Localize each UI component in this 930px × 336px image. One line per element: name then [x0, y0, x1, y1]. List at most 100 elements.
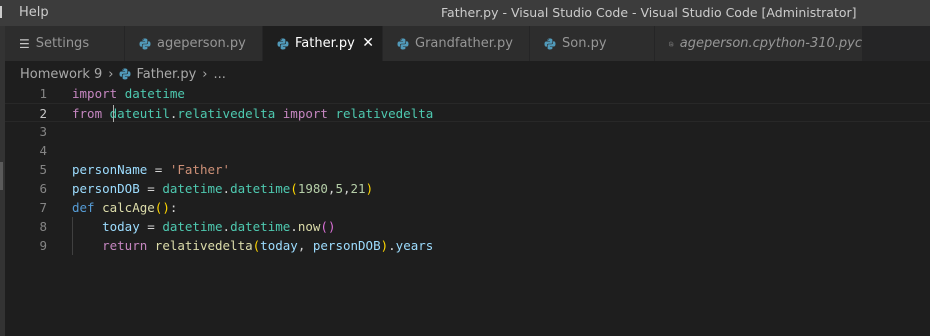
tab-label: Son.py [562, 36, 607, 51]
tab-ageperson-pyc[interactable]: ageperson.cpython-310.pyc [655, 26, 863, 61]
code-token: dateutil [109, 106, 170, 121]
code-token: 5 [335, 181, 343, 196]
breadcrumb-folder[interactable]: Homework 9 [20, 67, 102, 82]
code-line: 6 personDOB = datetime.datetime(1980,5,2… [5, 179, 930, 198]
code-token: now [297, 219, 321, 234]
line-number: 1 [39, 86, 47, 101]
python-icon [119, 68, 131, 80]
tab-settings[interactable]: ☰ Settings [5, 26, 125, 61]
settings-icon: ☰ [19, 36, 30, 51]
code-token: from [72, 106, 103, 121]
code-token: datetime [124, 86, 185, 101]
tab-ageperson[interactable]: ageperson.py [125, 26, 263, 61]
code-line: 5 personName = 'Father' [5, 160, 930, 179]
code-token: 1980 [297, 181, 328, 196]
code-token: import [282, 106, 328, 121]
line-number: 5 [39, 162, 47, 177]
activity-bar-indicator [0, 162, 3, 190]
line-number: 6 [39, 181, 47, 196]
tab-grandfather[interactable]: Grandfather.py [383, 26, 530, 61]
tab-label: ageperson.cpython-310.pyc [679, 36, 862, 51]
code-token: personName [72, 162, 148, 177]
code-token: ( [290, 181, 298, 196]
code-line: 1 import datetime [5, 84, 930, 103]
code-token: personDOB [312, 238, 381, 253]
breadcrumb-file[interactable]: Father.py [136, 67, 196, 82]
close-icon[interactable]: ✕ [362, 35, 374, 51]
menu-help[interactable]: Help [19, 5, 49, 20]
code-token: 'Father' [169, 162, 231, 177]
code-token: = [147, 162, 170, 177]
tab-label: Father.py [295, 36, 355, 51]
tab-son[interactable]: Son.py [530, 26, 655, 61]
title-bar: Help Father.py - Visual Studio Code - Vi… [0, 0, 930, 26]
code-editor[interactable]: 1 import datetime 2 from dateutil.relati… [5, 84, 930, 336]
menu-edge [0, 6, 2, 18]
python-icon [277, 38, 289, 49]
python-icon [397, 38, 409, 49]
tab-label: ageperson.py [157, 36, 246, 51]
code-token: 21 [350, 181, 366, 196]
code-line: 9 return relativedelta(today, personDOB)… [5, 236, 930, 255]
code-token: def [72, 200, 95, 215]
line-number: 9 [39, 238, 47, 253]
code-text: import datetime [72, 84, 185, 103]
window-title: Father.py - Visual Studio Code - Visual … [441, 5, 857, 20]
code-token: , [297, 238, 313, 253]
code-token: : [169, 200, 178, 215]
code-token: , [342, 181, 351, 196]
code-token: today [102, 219, 140, 234]
code-token: relativedelta [335, 106, 434, 121]
code-token: datetime [230, 181, 291, 196]
code-token: ) [380, 238, 389, 253]
code-token: = [139, 219, 163, 234]
tab-label: Settings [35, 36, 90, 51]
tab-father[interactable]: Father.py ✕ [263, 26, 383, 61]
code-token: ) [327, 219, 336, 234]
code-token: ( [320, 219, 328, 234]
code-token: datetime [162, 181, 223, 196]
line-number: 3 [39, 124, 47, 139]
code-line: 7 def calcAge(): [5, 198, 930, 217]
line-number: 7 [39, 200, 47, 215]
code-token: relativedelta [154, 238, 253, 253]
tab-label: Grandfather.py [415, 36, 513, 51]
code-line: 8 today = datetime.datetime.now() [5, 217, 930, 236]
code-line: 4 [5, 141, 930, 160]
line-number: 2 [39, 106, 47, 121]
code-token: . [388, 238, 396, 253]
code-token: ) [365, 181, 374, 196]
code-token: . [222, 181, 231, 196]
code-text: from dateutil.relativedelta import relat… [72, 104, 433, 123]
line-number: 8 [39, 219, 47, 234]
code-token: . [290, 219, 298, 234]
code-text: personDOB = datetime.datetime(1980,5,21) [72, 179, 373, 198]
code-token: datetime [230, 219, 291, 234]
code-text: personName = 'Father' [72, 160, 230, 179]
chevron-right-icon: › [202, 66, 208, 82]
python-icon [544, 38, 556, 49]
text-cursor [113, 105, 114, 122]
file-icon [669, 41, 674, 46]
code-token: datetime [162, 219, 223, 234]
code-text: def calcAge(): [72, 198, 177, 217]
code-token: years [395, 238, 434, 253]
python-icon [139, 38, 151, 49]
breadcrumb: Homework 9 › Father.py › ... [20, 64, 226, 84]
code-text: return relativedelta(today, personDOB).y… [72, 236, 433, 255]
code-token: today [260, 238, 298, 253]
breadcrumb-ellipsis[interactable]: ... [214, 67, 226, 82]
code-line: 3 [5, 122, 930, 141]
code-token: ) [162, 200, 170, 215]
editor-tab-bar: ☰ Settings ageperson.py Father.py ✕ Gran… [5, 26, 930, 61]
code-token: return [102, 238, 148, 253]
code-token: calcAge [102, 200, 155, 215]
code-token: relativedelta [177, 106, 276, 121]
